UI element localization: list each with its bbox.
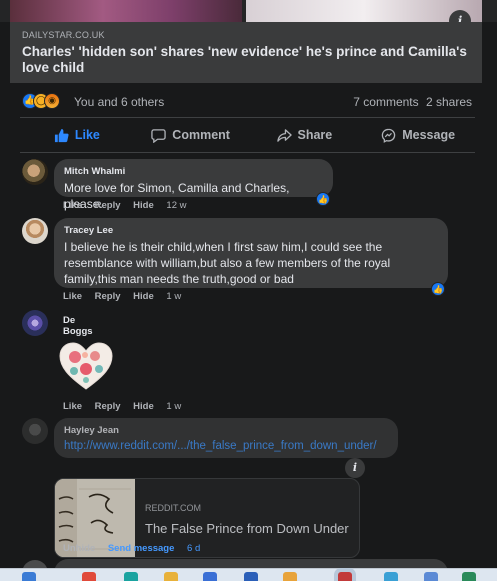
avatar[interactable]	[22, 310, 48, 336]
post-photo-right	[246, 0, 482, 22]
info-icon[interactable]: i	[345, 458, 365, 478]
app-icon[interactable]	[283, 572, 297, 581]
comment-button[interactable]: Comment	[134, 121, 248, 149]
message-button[interactable]: Message	[361, 121, 475, 149]
send-message-button[interactable]: Send message	[108, 543, 175, 554]
divider	[20, 117, 475, 118]
comment-time[interactable]: 1 w	[166, 291, 181, 302]
share-label: Share	[297, 128, 333, 142]
comment-author[interactable]: Hayley Jean	[64, 425, 388, 436]
share-icon	[276, 128, 292, 142]
comment-author[interactable]: Tracey Lee	[64, 225, 438, 236]
comment-hide-button[interactable]: Hide	[133, 200, 154, 211]
comment-hide-button[interactable]: Hide	[133, 291, 154, 302]
comment-author[interactable]: De Boggs	[63, 315, 93, 337]
comment-like-button[interactable]: Like	[63, 401, 82, 412]
comment-like-button[interactable]: Like	[63, 291, 82, 302]
taskbar	[0, 568, 497, 581]
link-title[interactable]: Charles' 'hidden son' shares 'new eviden…	[22, 44, 470, 76]
thumbs-up-icon	[54, 128, 69, 142]
comment-reply-button[interactable]: Reply	[95, 401, 121, 412]
divider	[20, 152, 475, 153]
app-icon[interactable]	[424, 572, 438, 581]
app-icon[interactable]	[384, 572, 398, 581]
link-source: DAILYSTAR.CO.UK	[22, 30, 105, 40]
comment-meta: Like Reply Hide 1 w	[63, 401, 191, 412]
comment-author[interactable]: Mitch Whalmi	[64, 166, 323, 177]
comment-meta: Unhide Send message 6 d	[63, 543, 210, 554]
comment-bubble: Mitch Whalmi More love for Simon, Camill…	[54, 159, 333, 211]
comment-reply-button[interactable]: Reply	[95, 200, 121, 211]
app-icon[interactable]	[124, 572, 138, 581]
message-label: Message	[402, 128, 456, 142]
folder-icon[interactable]	[164, 572, 178, 581]
comment-like-button[interactable]: Like	[63, 200, 82, 211]
share-domain: REDDIT.COM	[145, 503, 201, 513]
like-badge-icon[interactable]: 👍	[316, 192, 330, 206]
messenger-icon	[381, 128, 396, 143]
post-stats: 👍 ◯ ◉ You and 6 others 7 comments 2 shar…	[22, 92, 472, 112]
comment-meta: Like Reply Hide 1 w	[63, 291, 191, 302]
link-preview[interactable]: DAILYSTAR.CO.UK Charles' 'hidden son' sh…	[10, 22, 482, 83]
comment-time[interactable]: 12 w	[166, 200, 186, 211]
comment-bubble: Tracey Lee I believe he is their child,w…	[54, 218, 448, 288]
app-icon[interactable]	[22, 572, 36, 581]
comment-label: Comment	[172, 128, 230, 142]
post-photo-left	[10, 0, 242, 22]
comment-icon	[151, 128, 167, 143]
comments-count[interactable]: 7 comments	[353, 95, 418, 109]
app-icon[interactable]	[244, 572, 258, 581]
like-button[interactable]: Like	[20, 121, 134, 149]
comment-link[interactable]: http://www.reddit.com/.../the_false_prin…	[64, 440, 388, 452]
angry-reaction-icon: ◉	[44, 93, 60, 109]
share-title[interactable]: The False Prince from Down Under	[145, 521, 349, 536]
shares-count[interactable]: 2 shares	[426, 95, 472, 109]
app-icon[interactable]	[338, 572, 352, 581]
avatar[interactable]	[22, 159, 48, 185]
app-icon[interactable]	[82, 572, 96, 581]
action-bar: Like Comment Share Message	[20, 121, 475, 149]
comment-meta: Like Reply Hide 12 w	[63, 200, 196, 211]
comment-time[interactable]: 6 d	[187, 543, 200, 554]
comment-time[interactable]: 1 w	[166, 401, 181, 412]
avatar[interactable]	[22, 418, 48, 444]
comment-unhide-button[interactable]: Unhide	[63, 543, 95, 554]
share-button[interactable]: Share	[248, 121, 362, 149]
reactions-text[interactable]: You and 6 others	[74, 95, 164, 109]
avatar[interactable]	[22, 218, 48, 244]
post-image[interactable]	[0, 0, 497, 22]
comment-hide-button[interactable]: Hide	[133, 401, 154, 412]
comment-reply-button[interactable]: Reply	[95, 291, 121, 302]
heart-sticker-icon[interactable]	[58, 342, 114, 392]
app-icon[interactable]	[203, 572, 217, 581]
app-icon[interactable]	[462, 572, 476, 581]
like-label: Like	[74, 128, 100, 142]
comment-bubble: Hayley Jean http://www.reddit.com/.../th…	[54, 418, 398, 458]
comment-text: I believe he is their child,when I first…	[64, 240, 391, 286]
like-badge-icon[interactable]: 👍	[431, 282, 445, 296]
